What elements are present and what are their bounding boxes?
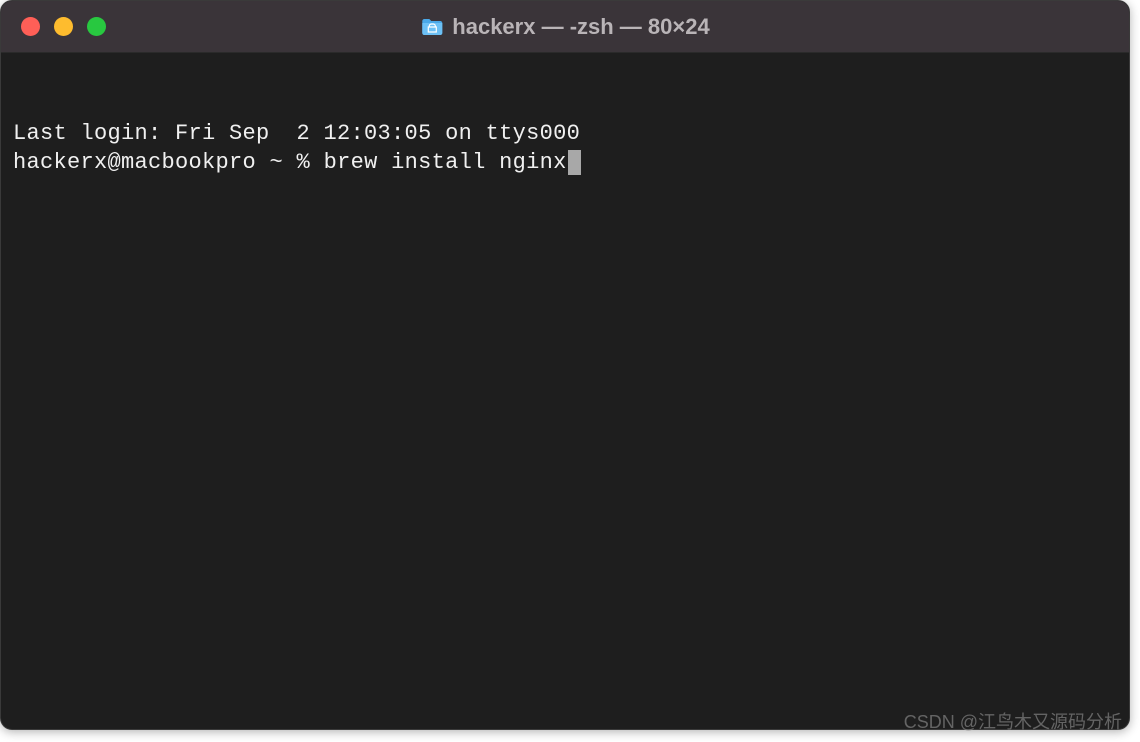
terminal-body[interactable]: Last login: Fri Sep 2 12:03:05 on ttys00…	[1, 53, 1129, 245]
terminal-cursor	[568, 150, 581, 175]
minimize-button[interactable]	[54, 17, 73, 36]
command-text: brew install nginx	[324, 150, 567, 175]
window-title: hackerx — -zsh — 80×24	[452, 14, 709, 40]
title-bar[interactable]: hackerx — -zsh — 80×24	[1, 1, 1129, 53]
window-title-container: hackerx — -zsh — 80×24	[420, 14, 709, 40]
shell-prompt: hackerx@macbookpro ~ %	[13, 150, 324, 175]
close-button[interactable]	[21, 17, 40, 36]
folder-icon	[420, 17, 444, 37]
watermark-text: CSDN @江鸟木又源码分析	[904, 708, 1122, 734]
traffic-lights	[1, 17, 106, 36]
prompt-line: hackerx@macbookpro ~ % brew install ngin…	[13, 149, 1117, 178]
maximize-button[interactable]	[87, 17, 106, 36]
last-login-line: Last login: Fri Sep 2 12:03:05 on ttys00…	[13, 120, 1117, 149]
terminal-window: hackerx — -zsh — 80×24 Last login: Fri S…	[0, 0, 1130, 730]
